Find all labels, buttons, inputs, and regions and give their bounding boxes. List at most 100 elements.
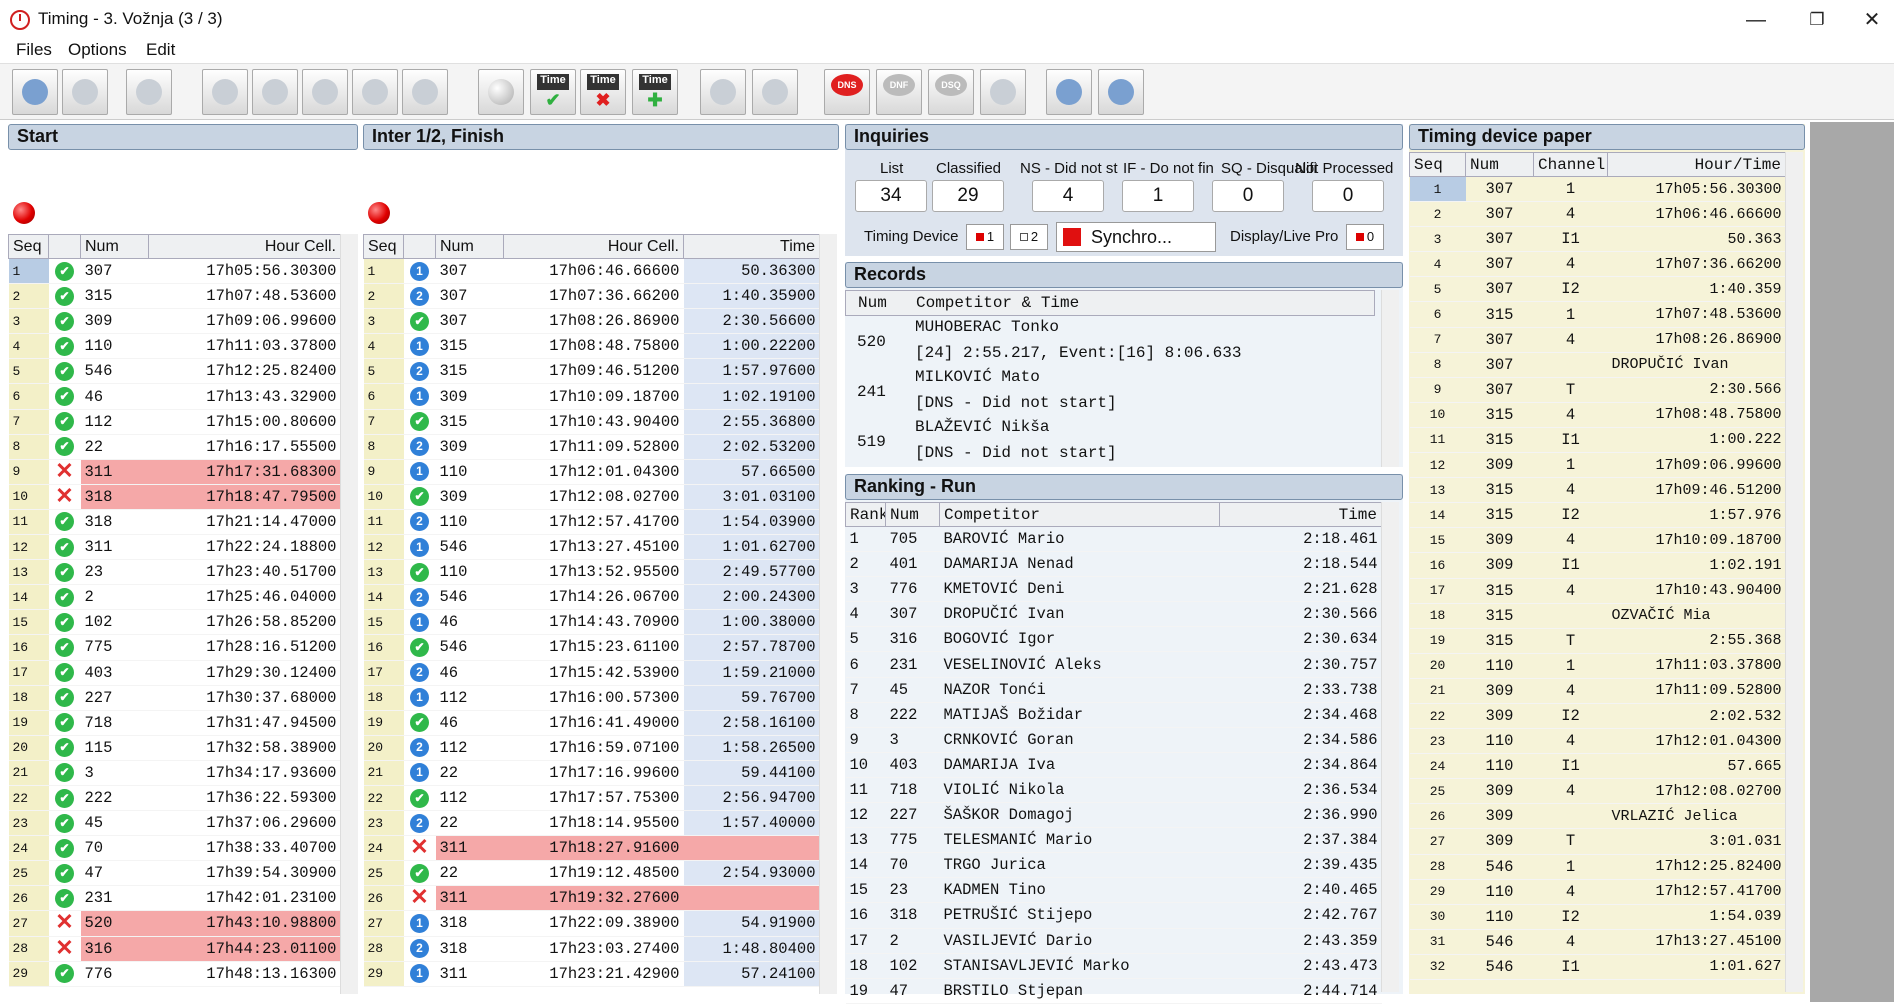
table-row[interactable]: 8 ✔ 22 17h16:17.55500 <box>8 434 341 460</box>
table-row[interactable]: 17 315 4 17h10:43.90400 <box>1409 578 1786 604</box>
col-status[interactable] <box>403 234 436 259</box>
table-row[interactable]: 24 110 I1 57.665 <box>1409 753 1786 780</box>
table-row[interactable]: 4 1 315 17h08:48.75800 1:00.22200 <box>363 333 820 360</box>
table-row[interactable]: 16 ✔ 546 17h15:23.61100 2:57.78700 <box>363 634 820 661</box>
table-row[interactable]: 24 ✔ 70 17h38:33.40700 <box>8 835 341 862</box>
table-row[interactable]: 25 309 4 17h12:08.02700 <box>1409 778 1786 805</box>
table-row[interactable]: 11 ✔ 318 17h21:14.47000 <box>8 509 341 536</box>
table-row[interactable]: 16 318 PETRUŠIĆ Stijepo 2:42.767 <box>845 902 1382 929</box>
table-row[interactable]: 21 309 4 17h11:09.52800 <box>1409 678 1786 704</box>
time-ok-button[interactable]: Time ✔ <box>530 69 576 115</box>
table-row[interactable]: 10 315 4 17h08:48.75800 <box>1409 402 1786 428</box>
competitor-button[interactable] <box>12 69 58 115</box>
table-row[interactable]: 21 1 22 17h17:16.99600 59.44100 <box>363 760 820 786</box>
move-up-button[interactable] <box>700 69 746 115</box>
col-hour-cell[interactable]: Hour Cell. <box>148 234 341 259</box>
table-row[interactable]: 27 1 318 17h22:09.38900 54.91900 <box>363 910 820 937</box>
synchro-button[interactable]: Synchro... <box>1056 222 1216 252</box>
table-row[interactable]: 11 315 I1 1:00.222 <box>1409 427 1786 454</box>
device-1-button[interactable]: 1 <box>966 224 1004 250</box>
clock-button[interactable] <box>202 69 248 115</box>
col-num[interactable]: Num <box>858 294 887 312</box>
table-row[interactable]: 19 315 T 2:55.368 <box>1409 628 1786 654</box>
table-row[interactable]: 4 307 DROPUČIĆ Ivan 2:30.566 <box>845 601 1382 628</box>
table-row[interactable]: 29 ✔ 776 17h48:13.16300 <box>8 961 341 987</box>
print-alt-button[interactable] <box>402 69 448 115</box>
table-row[interactable]: 28 2 318 17h23:03.27400 1:48.80400 <box>363 936 820 962</box>
count-dns[interactable]: 4 <box>1032 180 1104 212</box>
ranking-scrollbar[interactable] <box>1381 502 1399 992</box>
table-row[interactable]: 8 2 309 17h11:09.52800 2:02.53200 <box>363 434 820 460</box>
dnf-button[interactable]: DNF <box>876 69 922 115</box>
table-row[interactable]: 3 ✔ 309 17h09:06.99600 <box>8 308 341 335</box>
start-scrollbar[interactable] <box>340 234 358 994</box>
table-row[interactable]: 6 ✔ 46 17h13:43.32900 <box>8 383 341 410</box>
table-row[interactable]: 5 316 BOGOVIĆ Igor 2:30.634 <box>845 626 1382 653</box>
circle-button[interactable] <box>478 69 524 115</box>
table-row[interactable]: 18 1 112 17h16:00.57300 59.76700 <box>363 685 820 711</box>
table-row[interactable]: 29 1 311 17h23:21.42900 57.24100 <box>363 961 820 987</box>
table-row[interactable]: 26 ✕ 311 17h19:32.27600 <box>363 885 820 912</box>
table-row[interactable]: 13 775 TELESMANIĆ Mario 2:37.384 <box>845 827 1382 854</box>
table-row[interactable]: 26 ✔ 231 17h42:01.23100 <box>8 885 341 912</box>
table-row[interactable]: 22 309 I2 2:02.532 <box>1409 703 1786 730</box>
table-row[interactable]: 5 2 315 17h09:46.51200 1:57.97600 <box>363 358 820 385</box>
table-row[interactable]: 26 309 VRLAZIĆ Jelica <box>1409 803 1786 830</box>
table-row[interactable]: 21 ✔ 3 17h34:17.93600 <box>8 760 341 786</box>
table-row[interactable]: 28 546 1 17h12:25.82400 <box>1409 854 1786 880</box>
table-row[interactable]: 6 231 VESELINOVIĆ Aleks 2:30.757 <box>845 651 1382 678</box>
table-row[interactable]: 11 2 110 17h12:57.41700 1:54.03900 <box>363 509 820 536</box>
col-channel[interactable]: Channel <box>1533 152 1608 177</box>
table-row[interactable]: 3 307 I1 50.363 <box>1409 226 1786 253</box>
table-row[interactable]: 23 ✔ 45 17h37:06.29600 <box>8 810 341 837</box>
info-user-button[interactable] <box>1098 69 1144 115</box>
table-row[interactable]: 12 227 ŠAŠKOR Domagoj 2:36.990 <box>845 802 1382 829</box>
menu-files[interactable]: Files <box>16 40 52 60</box>
col-seq[interactable]: Seq <box>8 234 49 259</box>
table-row[interactable]: 6 1 309 17h10:09.18700 1:02.19100 <box>363 383 820 410</box>
record-item[interactable]: 520 MUHOBERAC Tonko [24] 2:55.217, Event:[… <box>845 318 1375 368</box>
table-row[interactable]: 3 ✔ 307 17h08:26.86900 2:30.56600 <box>363 308 820 335</box>
table-row[interactable]: 29 110 4 17h12:57.41700 <box>1409 879 1786 905</box>
col-num[interactable]: Num <box>885 502 940 527</box>
table-row[interactable]: 20 2 112 17h16:59.07100 1:58.26500 <box>363 735 820 761</box>
close-button[interactable]: ✕ <box>1852 6 1892 34</box>
table-row[interactable]: 2 ✔ 315 17h07:48.53600 <box>8 283 341 310</box>
table-row[interactable]: 11 718 VIOLIĆ Nikola 2:36.534 <box>845 777 1382 804</box>
time-add-button[interactable]: Time ✚ <box>632 69 678 115</box>
table-row[interactable]: 16 ✔ 775 17h28:16.51200 <box>8 634 341 661</box>
table-row[interactable]: 8 307 DROPUČIĆ Ivan <box>1409 352 1786 378</box>
table-row[interactable]: 25 ✔ 47 17h39:54.30900 <box>8 860 341 887</box>
table-row[interactable]: 12 1 546 17h13:27.45100 1:01.62700 <box>363 534 820 561</box>
table-row[interactable]: 7 307 4 17h08:26.86900 <box>1409 327 1786 353</box>
table-row[interactable]: 12 309 1 17h09:06.99600 <box>1409 452 1786 479</box>
dsq-button[interactable]: DSQ <box>928 69 974 115</box>
table-row[interactable]: 17 2 VASILJEVIĆ Dario 2:43.359 <box>845 928 1382 954</box>
col-num[interactable]: Num <box>435 234 504 259</box>
minimize-button[interactable]: — <box>1736 6 1776 34</box>
menu-options[interactable]: Options <box>68 40 127 60</box>
table-row[interactable]: 6 315 1 17h07:48.53600 <box>1409 301 1786 328</box>
table-row[interactable]: 10 ✕ 318 17h18:47.79500 <box>8 484 341 510</box>
table-row[interactable]: 9 1 110 17h12:01.04300 57.66500 <box>363 459 820 485</box>
table-row[interactable]: 31 546 4 17h13:27.45100 <box>1409 929 1786 955</box>
table-row[interactable]: 22 ✔ 222 17h36:22.59300 <box>8 785 341 812</box>
table-row[interactable]: 9 ✕ 311 17h17:31.68300 <box>8 459 341 485</box>
paper-scrollbar[interactable] <box>1785 152 1803 992</box>
record-item[interactable]: 519 BLAŽEVIĆ Nikša [DNS - Did not start] <box>845 418 1375 468</box>
table-row[interactable]: 23 110 4 17h12:01.04300 <box>1409 728 1786 755</box>
table-row[interactable]: 14 315 I2 1:57.976 <box>1409 502 1786 529</box>
table-row[interactable]: 28 ✕ 316 17h44:23.01100 <box>8 936 341 962</box>
table-row[interactable]: 1 ✔ 307 17h05:56.30300 <box>8 258 341 285</box>
table-row[interactable]: 27 ✕ 520 17h43:10.98800 <box>8 910 341 937</box>
table-row[interactable]: 19 ✔ 718 17h31:47.94500 <box>8 710 341 736</box>
col-seq[interactable]: Seq <box>1409 152 1466 177</box>
table-row[interactable]: 2 2 307 17h07:36.66200 1:40.35900 <box>363 283 820 310</box>
table-row[interactable]: 27 309 T 3:01.031 <box>1409 828 1786 855</box>
table-row[interactable]: 20 110 1 17h11:03.37800 <box>1409 653 1786 679</box>
table-row[interactable]: 13 ✔ 23 17h23:40.51700 <box>8 559 341 586</box>
col-seq[interactable]: Seq <box>363 234 404 259</box>
col-time[interactable]: Time <box>1219 502 1382 527</box>
table-row[interactable]: 10 403 DAMARIJA Iva 2:34.864 <box>845 752 1382 778</box>
table-row[interactable]: 9 3 CRNKOVIĆ Goran 2:34.586 <box>845 727 1382 753</box>
